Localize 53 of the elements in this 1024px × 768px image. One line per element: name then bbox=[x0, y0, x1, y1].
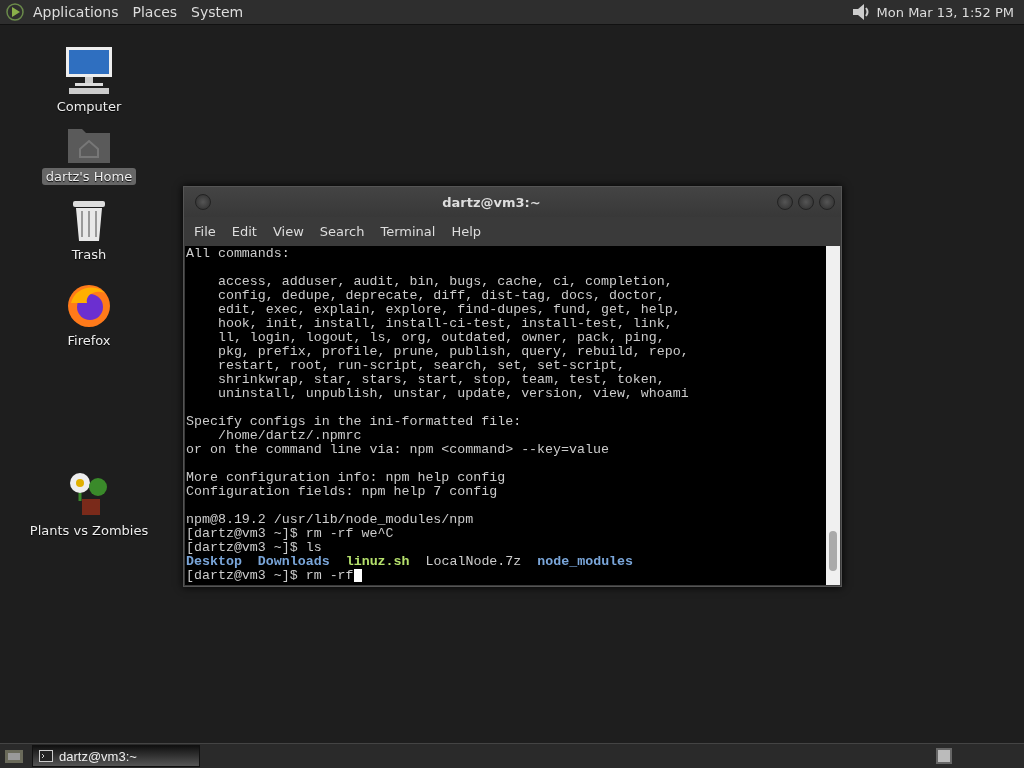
desktop-icon-label[interactable]: Plants vs Zombies bbox=[25, 522, 153, 539]
close-button[interactable] bbox=[819, 194, 835, 210]
terminal-line: config, dedupe, deprecate, diff, dist-tag, docs, doctor, bbox=[216, 289, 665, 303]
terminal-line: shrinkwrap, star, stars, start, stop, team, test, token, bbox=[216, 373, 665, 387]
menu-item[interactable]: Edit bbox=[225, 222, 267, 241]
computer-icon bbox=[63, 45, 115, 95]
terminal-line: [dartz@vm3 ~]$ rm -rf bbox=[186, 569, 354, 583]
menu-item[interactable]: View bbox=[266, 222, 314, 241]
menu-item[interactable]: File bbox=[188, 222, 226, 241]
file-name: LocalNode.7z bbox=[425, 555, 522, 569]
panel-menu[interactable]: Places bbox=[127, 2, 183, 22]
desktop-icon-label[interactable]: Firefox bbox=[63, 332, 115, 349]
panel-menu[interactable]: System bbox=[186, 2, 249, 22]
maximize-button[interactable] bbox=[798, 194, 814, 210]
terminal-line: pkg, prefix, profile, prune, publish, query, rebuild, repo, bbox=[216, 345, 689, 359]
terminal-line: edit, exec, explain, explore, find-dupes, fund, get, help, bbox=[216, 303, 681, 317]
desktop-icon-label[interactable]: dartz's Home bbox=[41, 168, 137, 185]
terminal-line: Specify configs in the ini-formatted file: bbox=[186, 415, 522, 429]
terminal-icon bbox=[39, 750, 53, 762]
terminal-line: Configuration fields: npm help 7 config bbox=[186, 485, 498, 499]
terminal-line: All commands: bbox=[186, 247, 290, 261]
terminal-line: /home/dartz/.npmrc bbox=[216, 429, 362, 443]
desktop-icon-label[interactable]: Trash bbox=[67, 246, 111, 263]
show-desktop-icon[interactable] bbox=[4, 747, 24, 765]
terminal-line: [dartz@vm3 ~]$ rm -rf we^C bbox=[186, 527, 394, 541]
workspace-switcher[interactable] bbox=[936, 748, 952, 764]
terminal-line: ll, login, logout, ls, org, outdated, owner, pack, ping, bbox=[216, 331, 665, 345]
scrollbar[interactable] bbox=[826, 246, 840, 585]
scrollbar-thumb[interactable] bbox=[829, 531, 837, 571]
menu-item[interactable]: Terminal bbox=[374, 222, 446, 241]
menu-logo-icon[interactable] bbox=[6, 3, 24, 21]
terminal-line: hook, init, install, install-ci-test, install-test, link, bbox=[216, 317, 673, 331]
menu-item[interactable]: Search bbox=[313, 222, 375, 241]
trash-icon bbox=[70, 199, 108, 243]
menu-item[interactable]: Help bbox=[445, 222, 492, 241]
file-name: Desktop bbox=[186, 555, 242, 569]
terminal-line: or on the command line via: npm <command> --key=value bbox=[186, 443, 609, 457]
panel-menu[interactable]: Applications bbox=[28, 2, 124, 22]
minimize-button[interactable] bbox=[777, 194, 793, 210]
window-title: dartz@vm3:~ bbox=[441, 194, 542, 210]
terminal-line: uninstall, unpublish, unstar, update, version, view, whoami bbox=[216, 387, 689, 401]
terminal-line: More configuration info: npm help config bbox=[186, 471, 506, 485]
terminal-line: access, adduser, audit, bin, bugs, cache, ci, completion, bbox=[216, 275, 673, 289]
file-name: node_modules bbox=[537, 555, 634, 569]
terminal-line: restart, root, run-script, search, set, set-script, bbox=[216, 359, 625, 373]
clock[interactable]: Mon Mar 13, 1:52 PM bbox=[876, 4, 1018, 20]
taskbar-button[interactable]: dartz@vm3:~ bbox=[32, 745, 200, 767]
terminal-line: npm@8.19.2 /usr/lib/node_modules/npm bbox=[186, 513, 474, 527]
window-menu-button[interactable] bbox=[195, 194, 211, 210]
file-name: Downloads bbox=[257, 555, 330, 569]
terminal-line: [dartz@vm3 ~]$ ls bbox=[186, 541, 322, 555]
file-name: linuz.sh bbox=[345, 555, 410, 569]
desktop-icon-label[interactable]: Computer bbox=[52, 98, 126, 115]
